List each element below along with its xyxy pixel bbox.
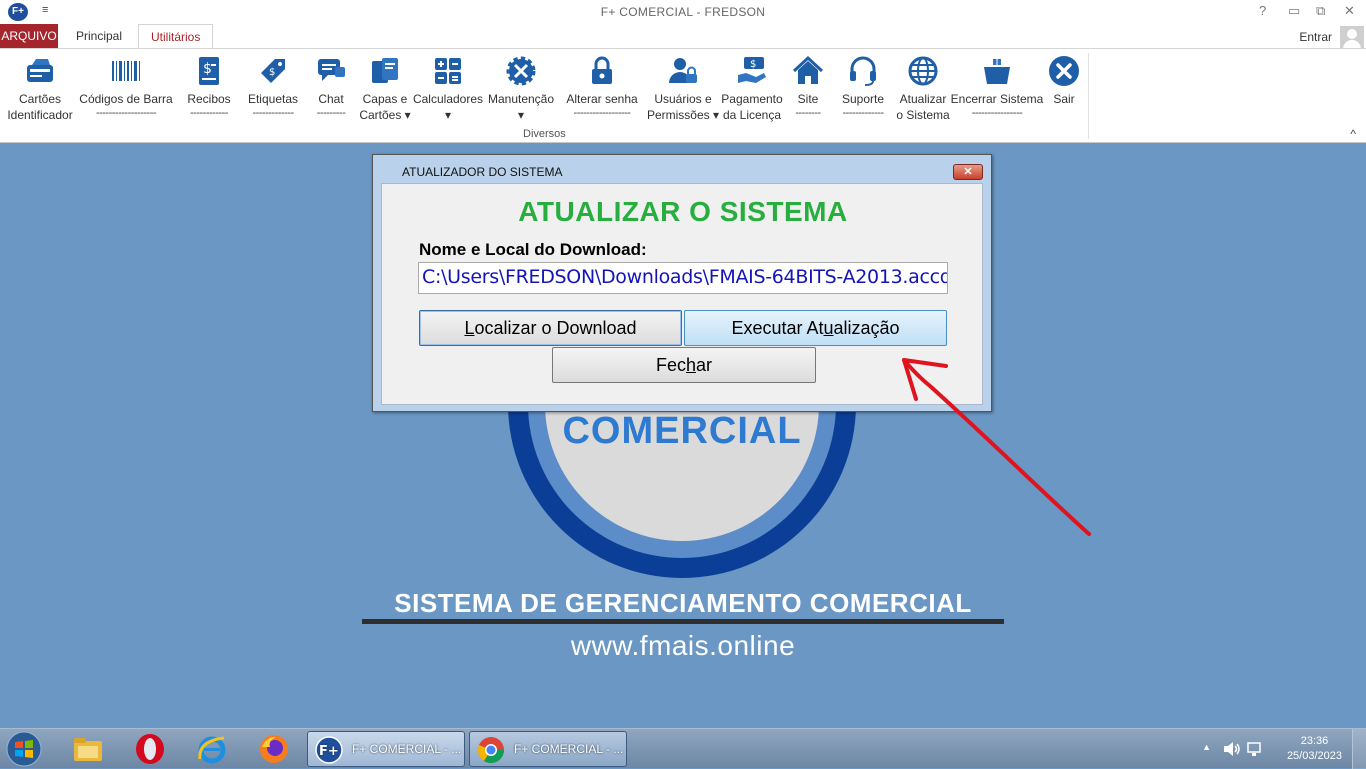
task-label: F+ COMERCIAL - ... bbox=[514, 742, 624, 756]
file-explorer-icon[interactable] bbox=[72, 733, 104, 765]
system-clock[interactable]: 23:36 25/03/2023 bbox=[1287, 734, 1342, 764]
clock-date: 25/03/2023 bbox=[1286, 750, 1342, 762]
network-icon[interactable] bbox=[1246, 741, 1264, 757]
svg-text:F+: F+ bbox=[319, 744, 339, 759]
annotation-arrow bbox=[902, 358, 1091, 536]
volume-icon[interactable] bbox=[1223, 741, 1241, 757]
taskbar-item-fplus[interactable]: F+ F+ COMERCIAL - ... bbox=[307, 731, 465, 767]
show-hidden-icons-icon[interactable]: ▲ bbox=[1202, 742, 1211, 752]
windows-start-icon[interactable] bbox=[4, 730, 44, 768]
task-label: F+ COMERCIAL - ... bbox=[352, 742, 462, 756]
fplus-icon: F+ bbox=[315, 736, 343, 764]
taskbar-item-chrome[interactable]: F+ COMERCIAL - ... bbox=[469, 731, 627, 767]
opera-icon[interactable] bbox=[134, 733, 166, 765]
taskbar: F+ F+ COMERCIAL - ... F+ COMERCIAL - ...… bbox=[0, 728, 1366, 769]
internet-explorer-icon[interactable] bbox=[196, 733, 228, 765]
show-desktop-button[interactable] bbox=[1352, 729, 1366, 769]
firefox-icon[interactable] bbox=[258, 733, 290, 765]
chrome-icon bbox=[477, 737, 505, 764]
clock-time: 23:36 bbox=[1300, 735, 1329, 747]
